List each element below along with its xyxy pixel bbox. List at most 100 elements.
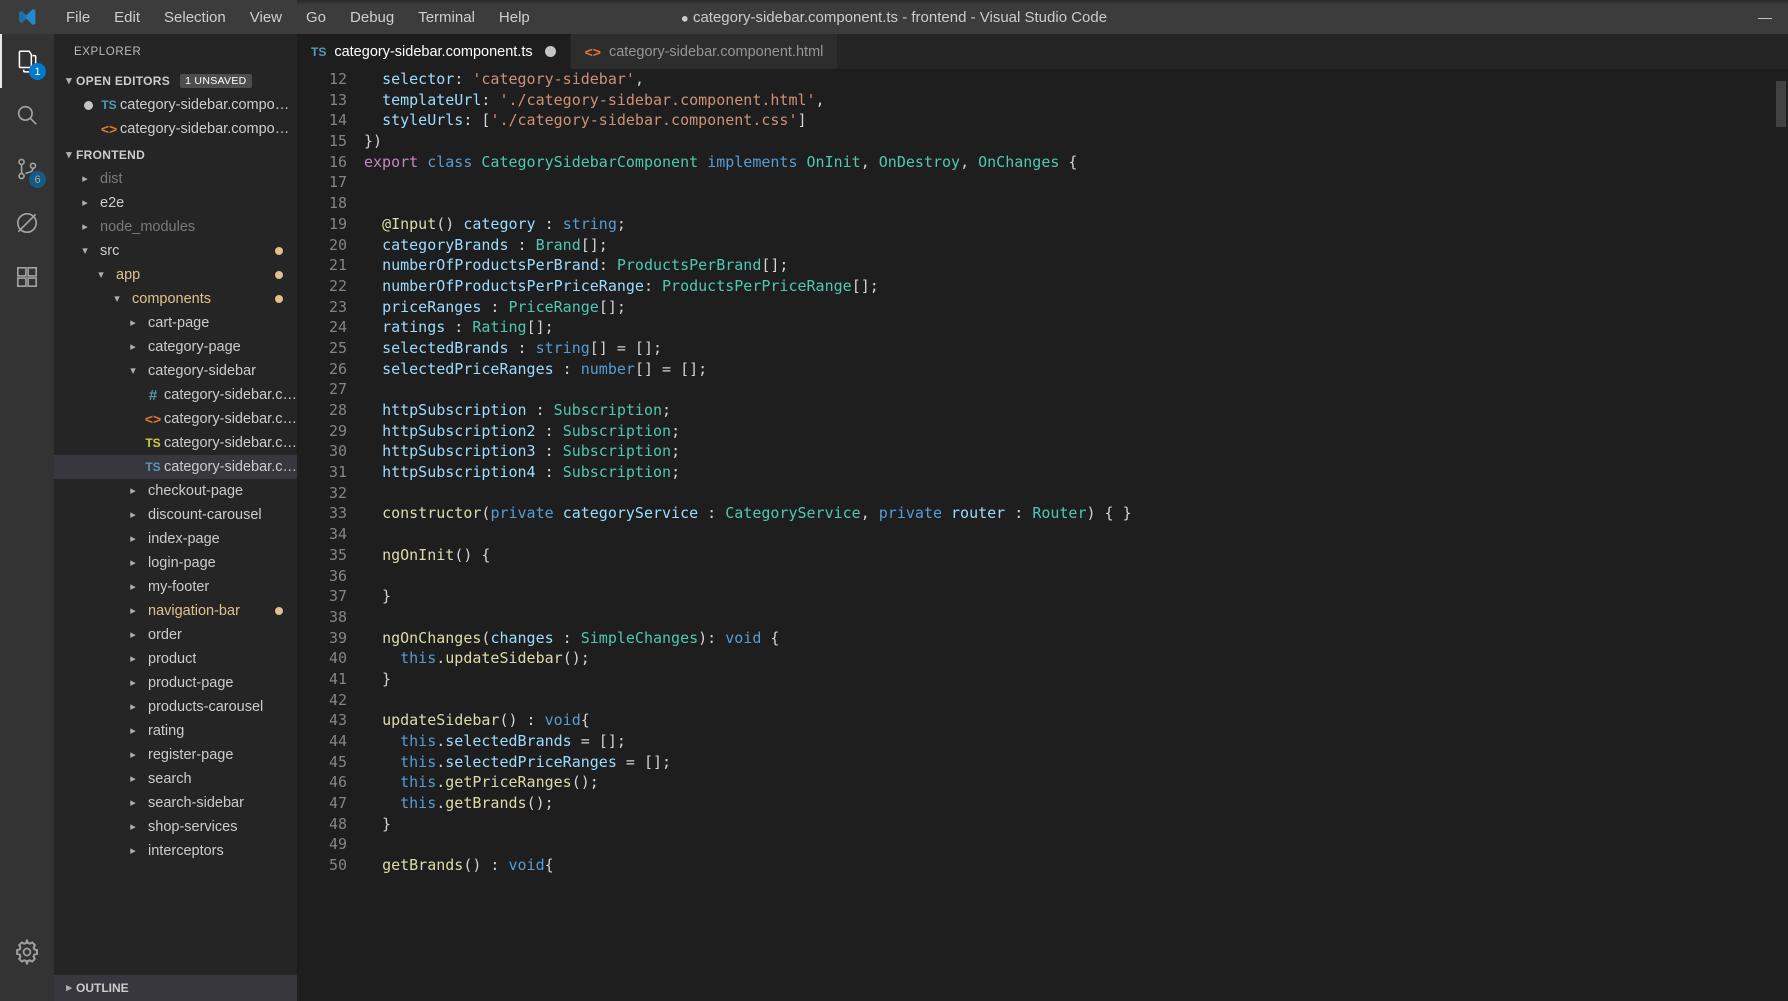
activity-item-settings[interactable] bbox=[0, 925, 54, 979]
code-line-text[interactable]: @Input() category : string; bbox=[364, 214, 1788, 235]
editor-tab-bar[interactable]: TS category-sidebar.component.ts <> cate… bbox=[297, 34, 1788, 69]
tree-folder-discount-carousel[interactable]: discount-carousel bbox=[54, 503, 297, 527]
menu-item-terminal[interactable]: Terminal bbox=[406, 5, 487, 30]
tree-folder-rating[interactable]: rating bbox=[54, 719, 297, 743]
code-line[interactable]: 42 bbox=[297, 690, 1788, 711]
code-line-text[interactable]: categoryBrands : Brand[]; bbox=[364, 235, 1788, 256]
outline-section-header[interactable]: OUTLINE bbox=[54, 975, 297, 1001]
code-line[interactable]: 22 numberOfProductsPerPriceRange: Produc… bbox=[297, 276, 1788, 297]
code-line[interactable]: 46 this.getPriceRanges(); bbox=[297, 772, 1788, 793]
menu-item-file[interactable]: File bbox=[54, 5, 102, 30]
tree-folder-checkout-page[interactable]: checkout-page bbox=[54, 479, 297, 503]
code-line-text[interactable]: selector: 'category-sidebar', bbox=[364, 69, 1788, 90]
code-line-text[interactable]: this.getBrands(); bbox=[364, 793, 1788, 814]
code-line[interactable]: 50 getBrands() : void{ bbox=[297, 855, 1788, 876]
activity-item-extensions[interactable] bbox=[0, 250, 54, 304]
tree-folder-cart-page[interactable]: cart-page bbox=[54, 311, 297, 335]
code-line-text[interactable]: } bbox=[364, 669, 1788, 690]
tree-file-category-sidebar-com-[interactable]: TScategory-sidebar.com... bbox=[54, 431, 297, 455]
code-line[interactable]: 44 this.selectedBrands = []; bbox=[297, 731, 1788, 752]
tree-folder-product[interactable]: product bbox=[54, 647, 297, 671]
tree-folder-navigation-bar[interactable]: navigation-bar bbox=[54, 599, 297, 623]
editor-vertical-scrollbar[interactable] bbox=[1776, 81, 1786, 127]
tree-folder-components[interactable]: components bbox=[54, 287, 297, 311]
code-line[interactable]: 33 constructor(private categoryService :… bbox=[297, 503, 1788, 524]
code-line-text[interactable]: httpSubscription3 : Subscription; bbox=[364, 441, 1788, 462]
code-line-text[interactable]: numberOfProductsPerPriceRange: ProductsP… bbox=[364, 276, 1788, 297]
code-line-text[interactable]: httpSubscription4 : Subscription; bbox=[364, 462, 1788, 483]
code-line-text[interactable]: styleUrls: ['./category-sidebar.componen… bbox=[364, 110, 1788, 131]
code-line-text[interactable]: ngOnChanges(changes : SimpleChanges): vo… bbox=[364, 628, 1788, 649]
tree-folder-src[interactable]: src bbox=[54, 239, 297, 263]
code-line[interactable]: 13 templateUrl: './category-sidebar.comp… bbox=[297, 90, 1788, 111]
menu-bar[interactable]: File Edit Selection View Go Debug Termin… bbox=[54, 5, 542, 30]
tree-folder-category-page[interactable]: category-page bbox=[54, 335, 297, 359]
tree-file-category-sidebar-com-[interactable]: # category-sidebar.com... bbox=[54, 383, 297, 407]
tree-folder-category-sidebar[interactable]: category-sidebar bbox=[54, 359, 297, 383]
open-editor-item-html[interactable]: <> category-sidebar.compone... bbox=[54, 117, 297, 141]
code-line-text[interactable]: ngOnInit() { bbox=[364, 545, 1788, 566]
code-line[interactable]: 48 } bbox=[297, 814, 1788, 835]
code-line[interactable]: 43 updateSidebar() : void{ bbox=[297, 710, 1788, 731]
tree-file-category-sidebar-com-[interactable]: <>category-sidebar.com... bbox=[54, 407, 297, 431]
explorer-tree[interactable]: OPEN EDITORS 1 UNSAVED TS category-sideb… bbox=[54, 69, 297, 869]
tab-category-sidebar-component-html[interactable]: <> category-sidebar.component.html bbox=[570, 34, 839, 69]
code-line[interactable]: 37 } bbox=[297, 586, 1788, 607]
open-editor-item-ts[interactable]: TS category-sidebar.compone... bbox=[54, 93, 297, 117]
code-line[interactable]: 32 bbox=[297, 483, 1788, 504]
code-line[interactable]: 35 ngOnInit() { bbox=[297, 545, 1788, 566]
menu-item-selection[interactable]: Selection bbox=[152, 5, 238, 30]
code-line[interactable]: 20 categoryBrands : Brand[]; bbox=[297, 235, 1788, 256]
code-line[interactable]: 28 httpSubscription : Subscription; bbox=[297, 400, 1788, 421]
code-line[interactable]: 45 this.selectedPriceRanges = []; bbox=[297, 752, 1788, 773]
tree-folder-dist[interactable]: dist bbox=[54, 167, 297, 191]
code-line[interactable]: 47 this.getBrands(); bbox=[297, 793, 1788, 814]
menu-item-view[interactable]: View bbox=[238, 5, 294, 30]
tree-folder-node-modules[interactable]: node_modules bbox=[54, 215, 297, 239]
code-line-text[interactable]: }) bbox=[364, 131, 1788, 152]
menu-item-edit[interactable]: Edit bbox=[102, 5, 152, 30]
code-line[interactable]: 31 httpSubscription4 : Subscription; bbox=[297, 462, 1788, 483]
code-line[interactable]: 27 bbox=[297, 379, 1788, 400]
tree-folder-shop-services[interactable]: shop-services bbox=[54, 815, 297, 839]
activity-item-source-control[interactable]: 6 bbox=[0, 142, 54, 196]
code-line-text[interactable]: this.selectedPriceRanges = []; bbox=[364, 752, 1788, 773]
code-line[interactable]: 23 priceRanges : PriceRange[]; bbox=[297, 297, 1788, 318]
code-line[interactable]: 16 export class CategorySidebarComponent … bbox=[297, 152, 1788, 173]
code-line-text[interactable]: numberOfProductsPerBrand: ProductsPerBra… bbox=[364, 255, 1788, 276]
tree-folder-app[interactable]: app bbox=[54, 263, 297, 287]
code-line-text[interactable]: this.getPriceRanges(); bbox=[364, 772, 1788, 793]
code-line-text[interactable]: httpSubscription : Subscription; bbox=[364, 400, 1788, 421]
code-line[interactable]: 40 this.updateSidebar(); bbox=[297, 648, 1788, 669]
menu-item-help[interactable]: Help bbox=[487, 5, 542, 30]
tree-folder-my-footer[interactable]: my-footer bbox=[54, 575, 297, 599]
tree-folder-e2e[interactable]: e2e bbox=[54, 191, 297, 215]
code-line-text[interactable]: this.updateSidebar(); bbox=[364, 648, 1788, 669]
minimize-button[interactable]: — bbox=[1742, 0, 1788, 34]
tree-folder-index-page[interactable]: index-page bbox=[54, 527, 297, 551]
code-line-text[interactable]: selectedBrands : string[] = []; bbox=[364, 338, 1788, 359]
code-line[interactable]: 15}) bbox=[297, 131, 1788, 152]
code-line-text[interactable]: constructor(private categoryService : Ca… bbox=[364, 503, 1788, 524]
tab-dirty-indicator[interactable] bbox=[544, 46, 556, 57]
code-line-text[interactable]: this.selectedBrands = []; bbox=[364, 731, 1788, 752]
code-line-text[interactable]: templateUrl: './category-sidebar.compone… bbox=[364, 90, 1788, 111]
code-line-text[interactable]: } bbox=[364, 814, 1788, 835]
code-lines[interactable]: 12 selector: 'category-sidebar', 13 templ… bbox=[297, 69, 1788, 1001]
code-line-text[interactable]: ratings : Rating[]; bbox=[364, 317, 1788, 338]
code-line[interactable]: 26 selectedPriceRanges : number[] = []; bbox=[297, 359, 1788, 380]
code-line[interactable]: 34 bbox=[297, 524, 1788, 545]
activity-item-explorer[interactable]: 1 bbox=[0, 34, 54, 88]
tab-category-sidebar-component-ts[interactable]: TS category-sidebar.component.ts bbox=[297, 34, 571, 69]
tree-file-category-sidebar-com-[interactable]: TScategory-sidebar.com... bbox=[54, 455, 297, 479]
menu-item-debug[interactable]: Debug bbox=[338, 5, 406, 30]
code-line[interactable]: 12 selector: 'category-sidebar', bbox=[297, 69, 1788, 90]
code-line[interactable]: 19 @Input() category : string; bbox=[297, 214, 1788, 235]
code-line-text[interactable]: httpSubscription2 : Subscription; bbox=[364, 421, 1788, 442]
code-line-text[interactable]: } bbox=[364, 586, 1788, 607]
tree-folder-search-sidebar[interactable]: search-sidebar bbox=[54, 791, 297, 815]
activity-item-search[interactable] bbox=[0, 88, 54, 142]
code-line-text[interactable]: getBrands() : void{ bbox=[364, 855, 1788, 876]
code-line[interactable]: 41 } bbox=[297, 669, 1788, 690]
code-line[interactable]: 38 bbox=[297, 607, 1788, 628]
